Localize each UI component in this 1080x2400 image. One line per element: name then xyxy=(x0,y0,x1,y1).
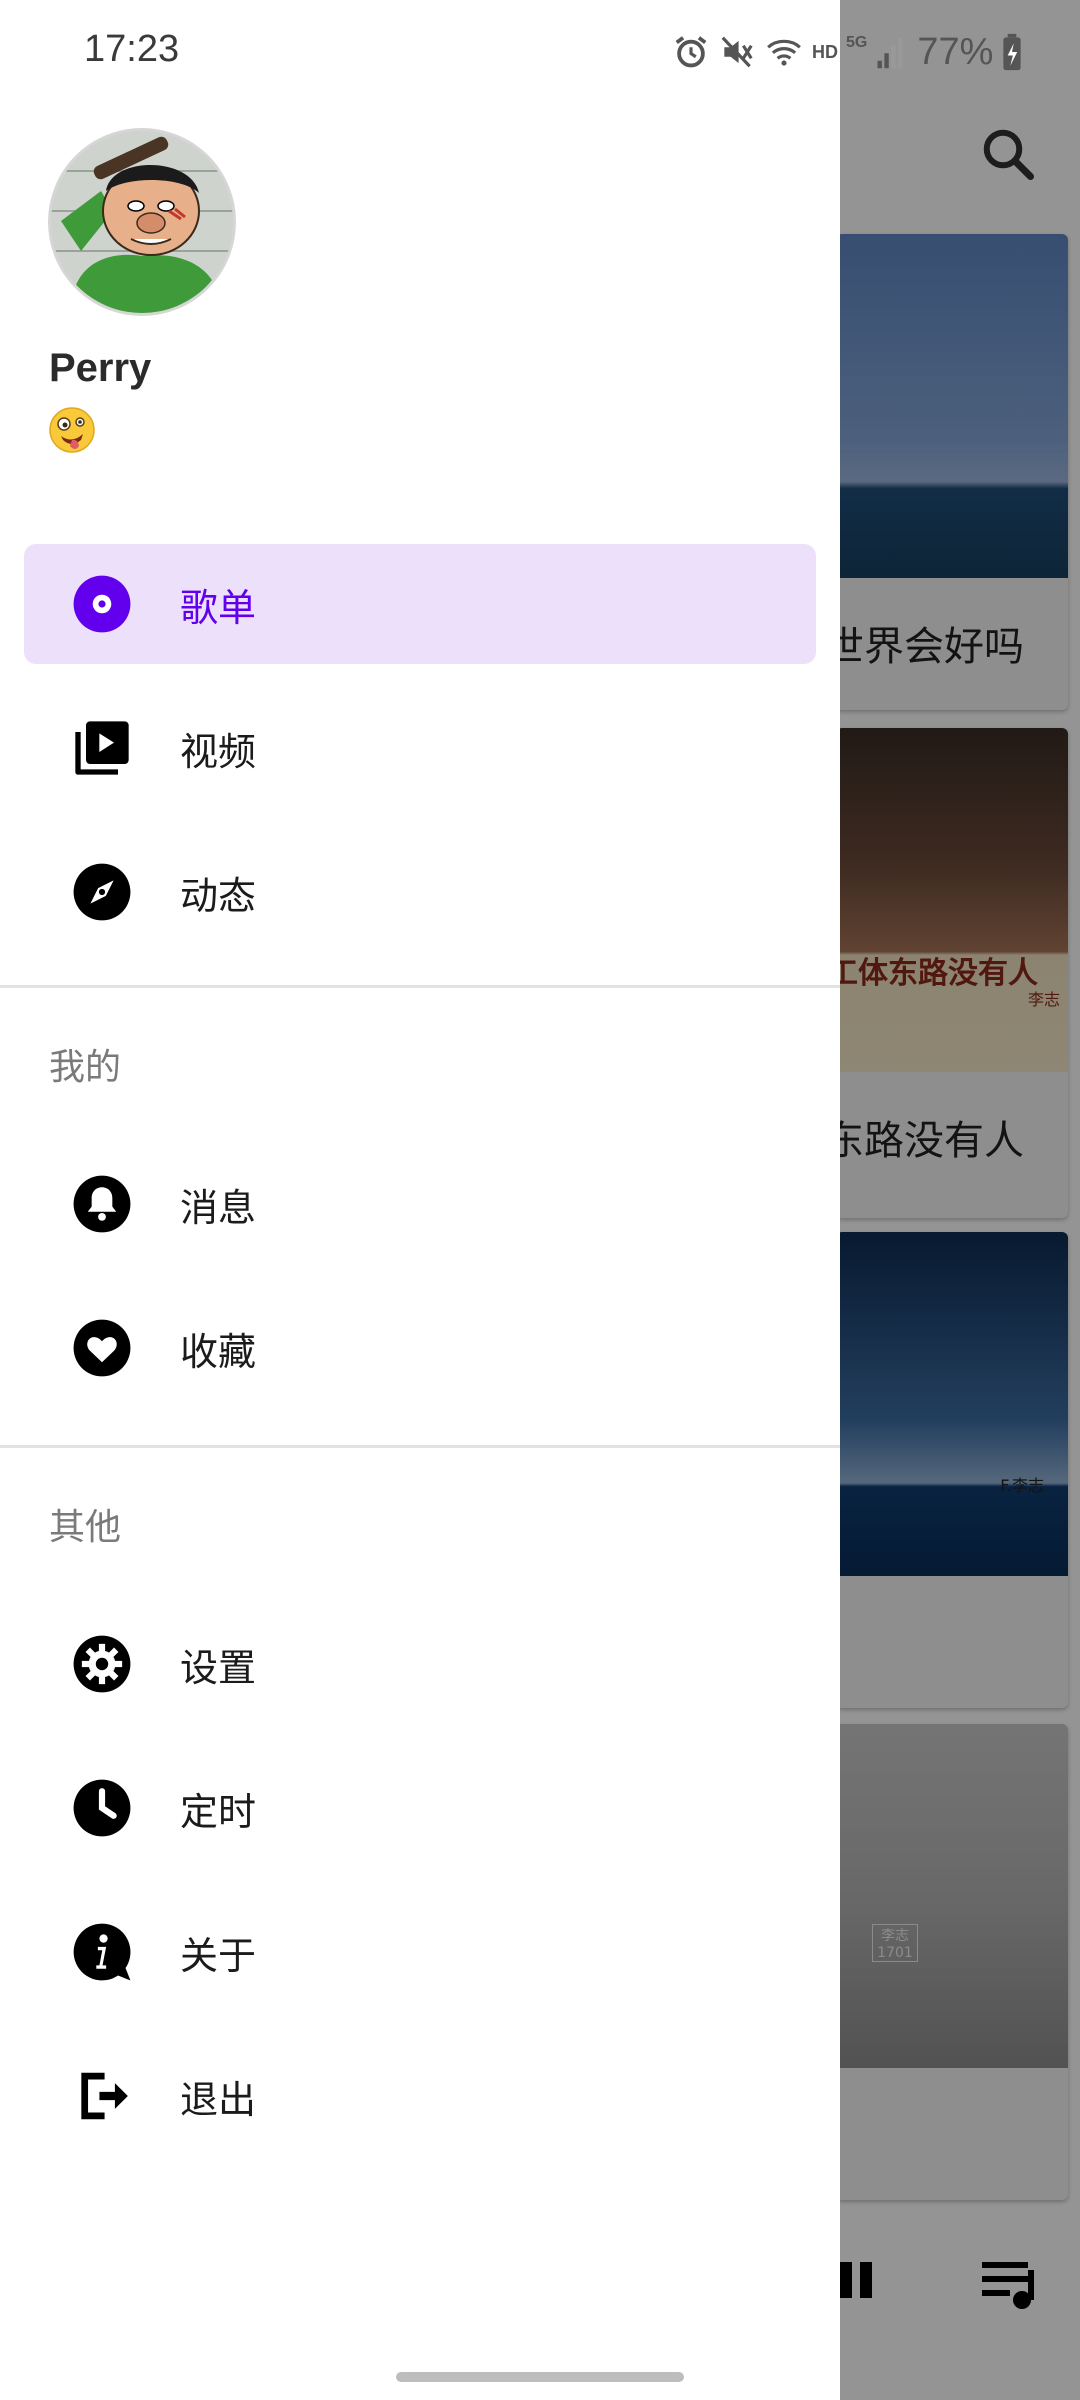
nav-item-feed[interactable]: 动态 xyxy=(24,832,816,952)
nav-label: 动态 xyxy=(180,873,257,918)
battery-percent: 77% xyxy=(917,30,994,73)
nav-item-logout[interactable]: 退出 xyxy=(24,2036,816,2156)
home-indicator[interactable] xyxy=(396,2372,684,2382)
nav-label: 定时 xyxy=(180,1789,257,1834)
video-library-icon xyxy=(70,716,134,780)
signal-type: 5G xyxy=(846,34,868,51)
nav-label: 收藏 xyxy=(180,1329,257,1374)
section-title-other: 其他 xyxy=(49,1507,122,1548)
nav-item-playlist[interactable]: 歌单 xyxy=(24,544,816,664)
section-title-mine: 我的 xyxy=(49,1047,122,1088)
divider xyxy=(0,985,840,988)
logout-icon xyxy=(70,2064,134,2128)
navigation-drawer: 17:23 HD 5G 77% Perry 歌单 视频 动态 我的 消息 收藏 … xyxy=(0,0,1022,2400)
compass-icon xyxy=(70,860,134,924)
avatar[interactable] xyxy=(48,128,236,316)
nav-label: 关于 xyxy=(180,1933,257,1978)
battery-charging-icon xyxy=(1003,33,1022,71)
heart-icon xyxy=(70,1316,134,1380)
nav-label: 歌单 xyxy=(180,585,257,630)
disc-icon xyxy=(70,572,134,636)
nav-item-about[interactable]: 关于 xyxy=(24,1892,816,2012)
wifi-icon xyxy=(767,39,801,66)
nav-label: 消息 xyxy=(180,1185,257,1230)
nav-item-favorites[interactable]: 收藏 xyxy=(24,1288,816,1408)
nav-label: 设置 xyxy=(180,1645,257,1690)
mute-icon xyxy=(721,36,753,68)
avatar-image xyxy=(51,131,233,313)
zany-face-emoji xyxy=(49,407,95,453)
status-icons: HD 5G 77% xyxy=(672,28,1023,76)
nav-item-settings[interactable]: 设置 xyxy=(24,1604,816,1724)
signal-icon xyxy=(877,38,903,69)
alarm-icon xyxy=(675,36,707,68)
nav-item-video[interactable]: 视频 xyxy=(24,688,816,808)
bell-icon xyxy=(70,1172,134,1236)
status-time: 17:23 xyxy=(84,28,180,70)
nav-label: 视频 xyxy=(180,729,257,774)
info-icon xyxy=(70,1920,134,1984)
nav-label: 退出 xyxy=(180,2077,257,2122)
user-name: Perry xyxy=(49,346,152,390)
network-type: HD xyxy=(812,41,838,62)
clock-icon xyxy=(70,1776,134,1840)
divider xyxy=(0,1445,840,1448)
nav-item-timer[interactable]: 定时 xyxy=(24,1748,816,1868)
nav-item-messages[interactable]: 消息 xyxy=(24,1144,816,1264)
settings-icon xyxy=(70,1632,134,1696)
